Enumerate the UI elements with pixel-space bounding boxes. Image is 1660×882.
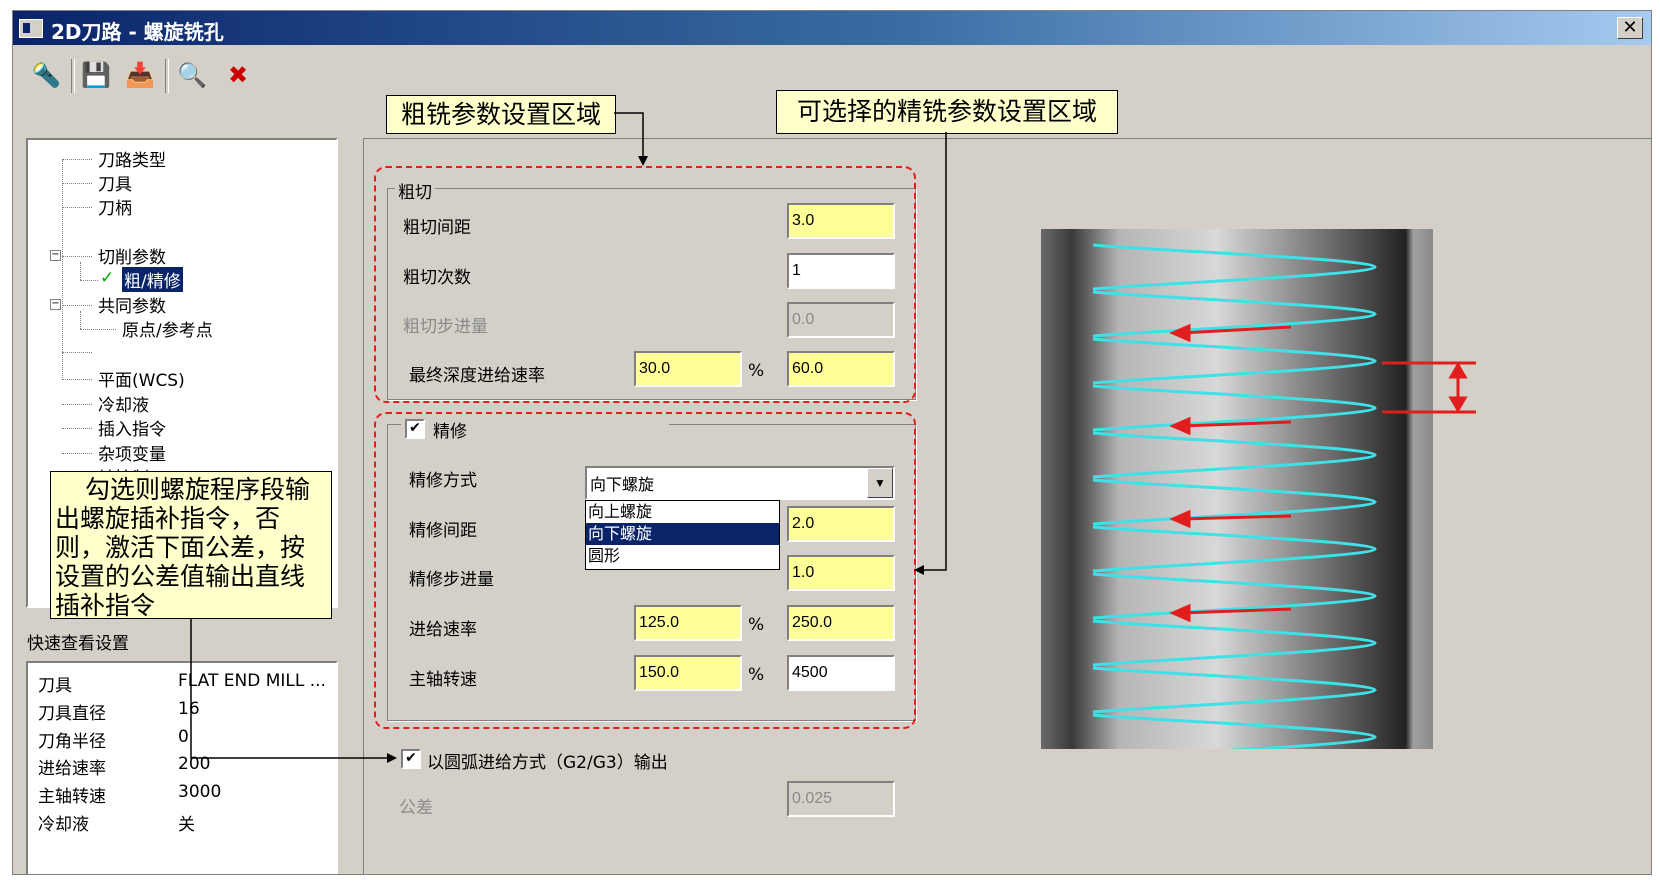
arc-leader	[190, 619, 388, 759]
annotation-leaders	[190, 112, 1476, 763]
rough-leader	[614, 112, 644, 158]
finish-leader	[922, 132, 947, 571]
step-dimension-marker	[1382, 361, 1476, 414]
